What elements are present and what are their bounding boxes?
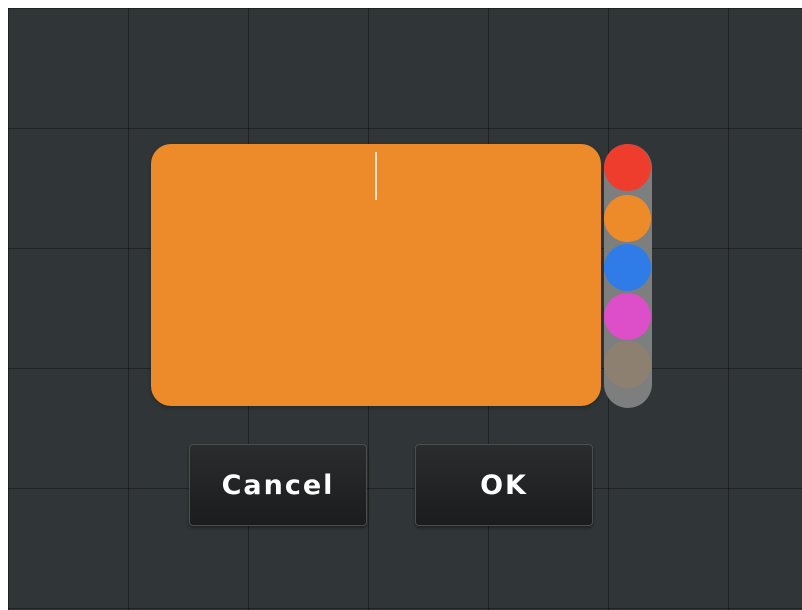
cancel-button[interactable]: Cancel: [189, 444, 367, 526]
canvas-grid: Cancel OK: [8, 8, 802, 610]
color-swatch-red[interactable]: [604, 144, 651, 191]
color-swatch-orange[interactable]: [604, 195, 651, 242]
color-swatch-taupe[interactable]: [604, 341, 651, 388]
color-palette: [604, 144, 652, 408]
color-swatch-blue[interactable]: [604, 244, 651, 291]
note-text-editor[interactable]: [151, 144, 601, 406]
ok-button[interactable]: OK: [415, 444, 593, 526]
text-cursor: [375, 152, 377, 200]
color-swatch-magenta[interactable]: [604, 293, 651, 340]
